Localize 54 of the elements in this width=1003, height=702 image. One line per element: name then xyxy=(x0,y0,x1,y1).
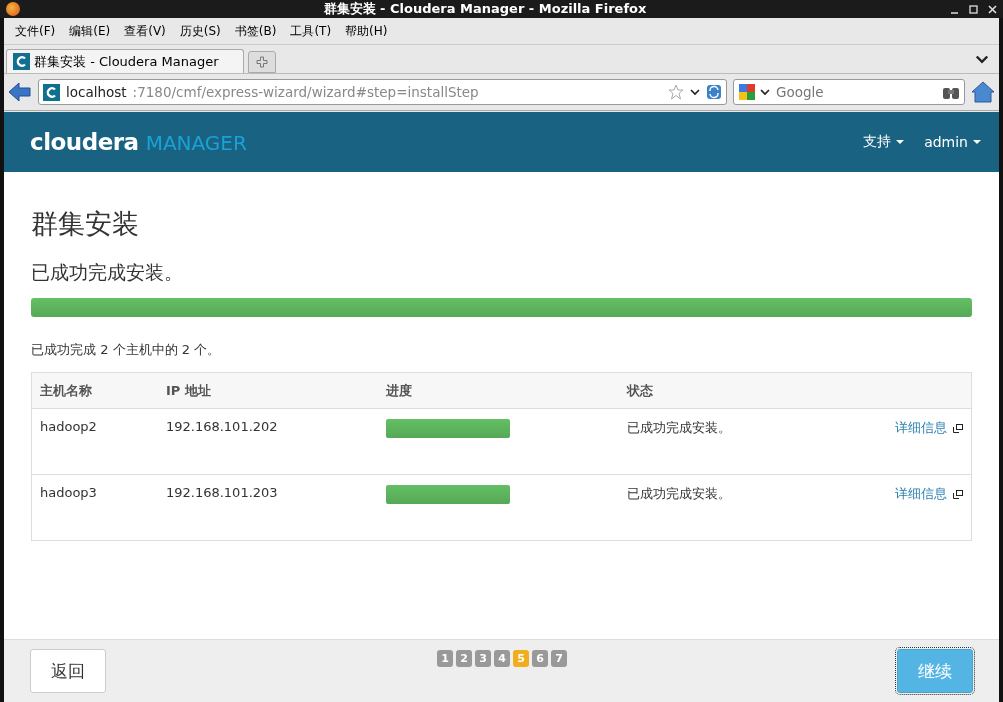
details-link[interactable]: 详细信息 xyxy=(895,420,947,435)
logo-subtitle: MANAGER xyxy=(145,131,247,155)
summary-text: 已成功完成 2 个主机中的 2 个。 xyxy=(31,341,222,359)
favicon-icon xyxy=(43,83,60,101)
details-link[interactable]: 详细信息 xyxy=(895,486,947,501)
page-title: 群集安装 xyxy=(31,207,140,241)
maximize-icon[interactable] xyxy=(969,4,978,14)
step-indicator: 3 xyxy=(475,650,491,667)
menu-item[interactable]: 文件(F) xyxy=(8,22,63,40)
step-indicator: 5 xyxy=(513,650,529,667)
external-window-icon xyxy=(953,424,963,433)
table-cell: 已成功完成安装。 xyxy=(619,474,826,541)
table-cell: 192.168.101.202 xyxy=(157,408,378,475)
menu-item[interactable]: 查看(V) xyxy=(117,22,173,40)
table-cell: 192.168.101.203 xyxy=(157,474,378,541)
menu-item[interactable]: 帮助(H) xyxy=(338,22,395,40)
search-engine-icon[interactable] xyxy=(738,83,756,101)
column-header: IP 地址 xyxy=(157,372,378,409)
table-cell: 已成功完成安装。 xyxy=(619,408,826,475)
column-header: 进度 xyxy=(377,372,620,409)
nav-menu[interactable]: admin xyxy=(924,133,981,151)
window-title: 群集安装 - Cloudera Manager - Mozilla Firefox xyxy=(322,0,648,18)
step-indicator: 2 xyxy=(456,650,472,667)
home-icon[interactable] xyxy=(971,81,995,103)
search-box[interactable]: Google xyxy=(733,79,965,105)
table-cell: hadoop2 xyxy=(31,408,158,475)
back-arrow-icon[interactable] xyxy=(8,82,32,102)
favicon-icon xyxy=(13,53,30,70)
reload-icon[interactable] xyxy=(706,84,722,100)
menu-item[interactable]: 历史(S) xyxy=(172,22,228,40)
back-button[interactable]: 返回 xyxy=(30,649,106,693)
step-indicator: 7 xyxy=(551,650,567,667)
column-header: 主机名称 xyxy=(31,372,158,409)
plus-icon xyxy=(256,56,268,68)
menu-item[interactable]: 书签(B) xyxy=(227,22,284,40)
step-indicator: 4 xyxy=(494,650,510,667)
column-header: 状态 xyxy=(619,372,826,409)
menu-item[interactable]: 工具(T) xyxy=(283,22,339,40)
star-icon[interactable] xyxy=(668,84,684,100)
dropdown-caret-icon[interactable] xyxy=(690,88,700,96)
status-text: 已成功完成安装。 xyxy=(31,260,184,285)
table-cell: hadoop3 xyxy=(31,474,158,541)
address-bar[interactable]: localhost :7180/cmf/express-wizard/wizard#step=installStep xyxy=(38,79,727,105)
logo-text: cloudera xyxy=(30,129,139,155)
close-icon[interactable] xyxy=(988,4,997,14)
step-indicator: 1 xyxy=(437,650,453,667)
step-indicator: 6 xyxy=(532,650,548,667)
browser-tab[interactable]: 群集安装 - Cloudera Manager xyxy=(6,49,244,73)
external-window-icon xyxy=(953,490,963,499)
firefox-icon xyxy=(6,2,20,16)
dropdown-caret-icon[interactable] xyxy=(760,88,770,96)
menu-item[interactable]: 编辑(E) xyxy=(62,22,118,40)
new-tab-button[interactable] xyxy=(248,51,276,73)
nav-menu[interactable]: 支持 xyxy=(863,133,905,151)
